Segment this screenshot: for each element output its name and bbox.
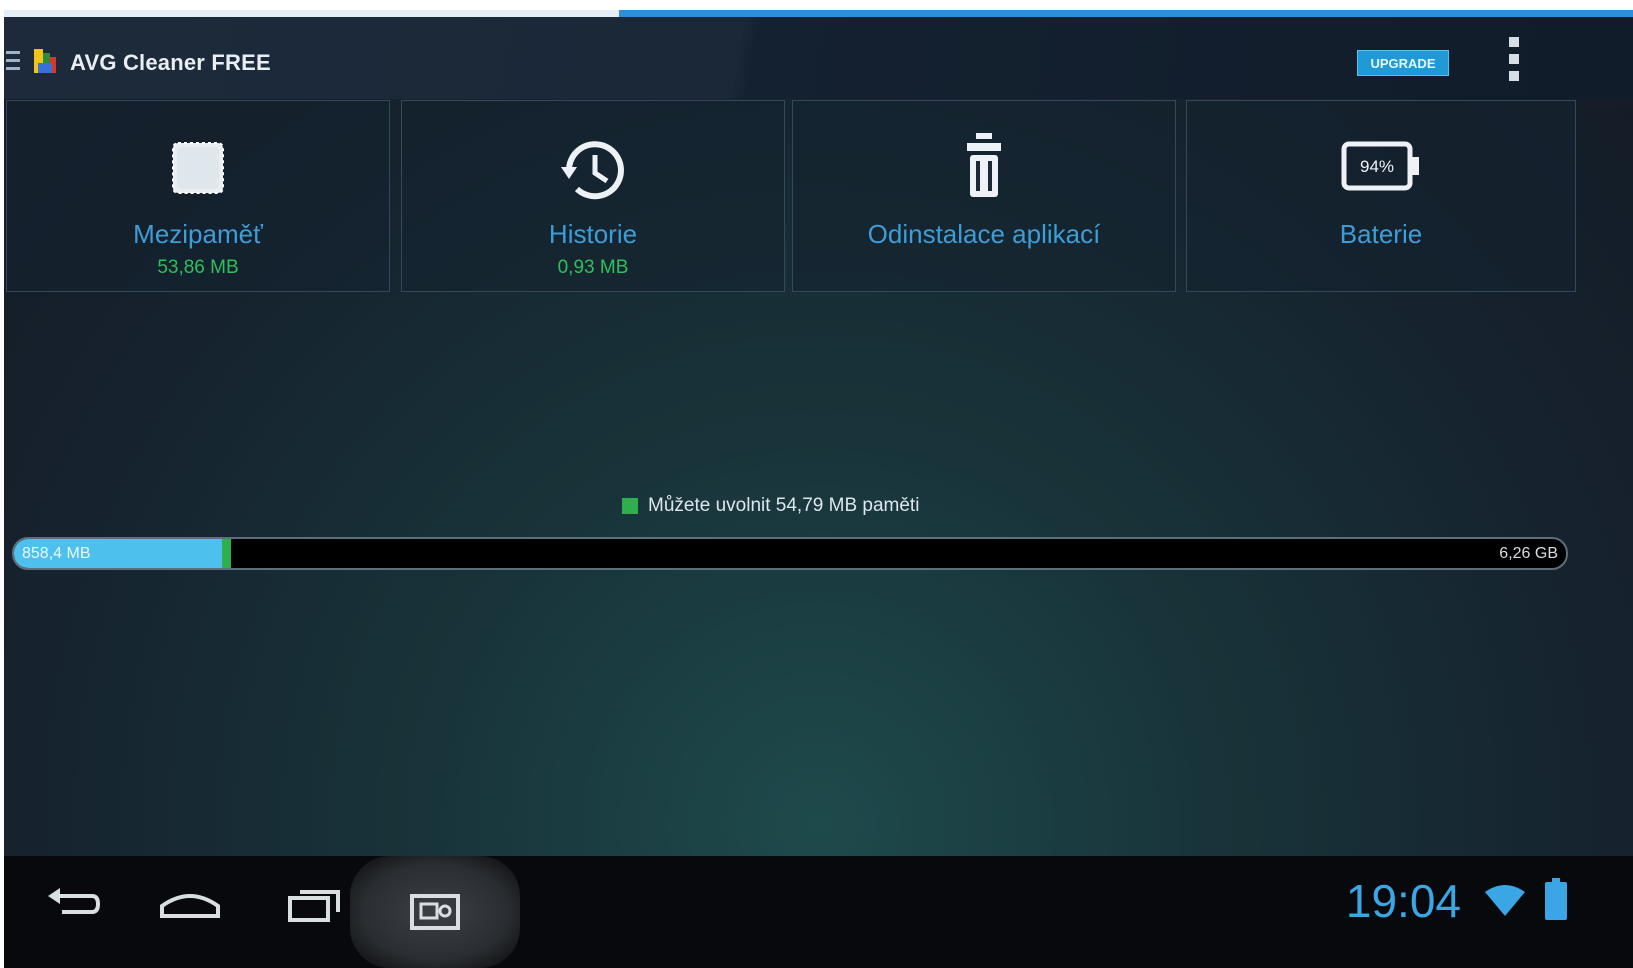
home-icon xyxy=(160,894,220,918)
chip-icon xyxy=(163,133,233,208)
recents-button[interactable] xyxy=(274,874,354,934)
freeable-memory-message: Můžete uvolnit 54,79 MB paměti xyxy=(622,494,919,518)
memory-bar: 858,4 MB 6,26 GB xyxy=(12,537,1568,570)
battery-icon: 94% xyxy=(1341,141,1421,196)
action-bar: AVG Cleaner FREE UPGRADE xyxy=(4,17,1633,99)
history-icon xyxy=(555,133,631,214)
free-memory-text: Můžete uvolnit 54,79 MB paměti xyxy=(648,495,920,516)
trash-icon xyxy=(959,129,1009,206)
tile-cache[interactable]: Mezipaměť 53,86 MB xyxy=(6,100,390,292)
menu-icon[interactable] xyxy=(6,51,20,70)
tile-uninstall[interactable]: Odinstalace aplikací xyxy=(792,100,1176,292)
wifi-icon xyxy=(1485,884,1525,923)
top-edge xyxy=(4,10,1633,17)
overflow-menu-icon[interactable] xyxy=(1507,37,1521,89)
home-button[interactable] xyxy=(150,874,230,934)
svg-text:94%: 94% xyxy=(1360,157,1394,176)
back-icon xyxy=(48,888,101,914)
screenshot-button[interactable] xyxy=(350,856,520,968)
tile-label: Baterie xyxy=(1339,219,1423,249)
recents-icon xyxy=(288,890,340,922)
status-clock: 19:04 xyxy=(1345,875,1461,927)
system-nav-bar: 19:04 xyxy=(4,856,1633,968)
back-button[interactable] xyxy=(32,874,112,934)
screenshot-icon xyxy=(410,894,460,930)
status-battery-icon xyxy=(1545,878,1567,925)
feature-tiles: Mezipaměť 53,86 MB Historie 0,93 MB Odin… xyxy=(4,100,1633,296)
memory-freeable-fill xyxy=(221,539,232,568)
tile-history[interactable]: Historie 0,93 MB xyxy=(401,100,785,292)
tile-value: 0,93 MB xyxy=(557,257,629,278)
app-screen: AVG Cleaner FREE UPGRADE Mezipaměť 53,86… xyxy=(4,10,1633,968)
tile-value: 53,86 MB xyxy=(157,257,239,278)
app-title: AVG Cleaner FREE xyxy=(70,50,271,75)
upgrade-button[interactable]: UPGRADE xyxy=(1357,50,1449,76)
avg-logo-icon[interactable] xyxy=(32,45,66,79)
legend-swatch xyxy=(622,498,638,514)
tile-label: Historie xyxy=(548,219,638,249)
tile-battery[interactable]: 94% Baterie xyxy=(1186,100,1576,292)
memory-total-label: 6,26 GB xyxy=(1499,545,1558,562)
memory-used-label: 858,4 MB xyxy=(22,545,91,562)
tile-label: Odinstalace aplikací xyxy=(867,219,1101,249)
tile-label: Mezipaměť xyxy=(133,219,263,249)
